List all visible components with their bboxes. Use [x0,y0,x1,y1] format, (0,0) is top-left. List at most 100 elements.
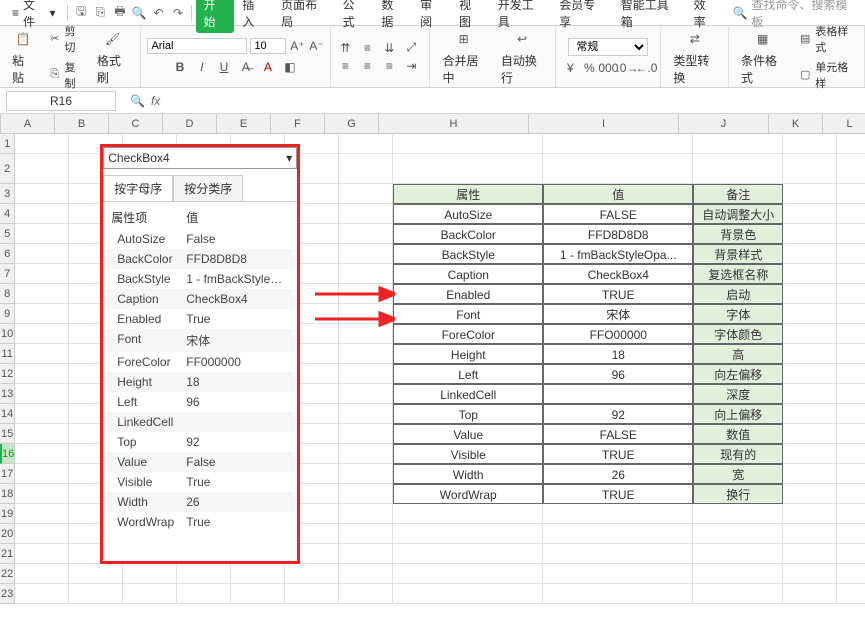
cell[interactable] [285,584,339,604]
font-color-icon[interactable]: A [259,58,277,76]
cell[interactable] [15,484,69,504]
prop-value[interactable]: 宋体 [186,332,289,349]
row-header[interactable]: 11 [0,344,14,364]
tab-alpha[interactable]: 按字母序 [103,175,173,201]
cell[interactable] [837,464,865,484]
cell[interactable] [783,304,837,324]
number-format-select[interactable]: 常规 [568,38,648,56]
preview-icon[interactable]: 🔍 [131,4,148,22]
comma-icon[interactable]: 000 [600,60,616,76]
type-convert-button[interactable]: ⇄类型转换 [667,26,722,88]
cell[interactable] [15,204,69,224]
prop-value[interactable]: 1 - fmBackStyleOpa... [186,272,289,286]
cell[interactable]: LinkedCell [393,384,543,404]
cell[interactable] [837,184,865,204]
prop-value[interactable]: False [186,455,289,469]
cell[interactable] [339,564,393,584]
cell[interactable] [15,224,69,244]
cell[interactable] [15,384,69,404]
prop-value[interactable]: True [186,475,289,489]
cell[interactable] [837,584,865,604]
column-header[interactable]: C [109,114,163,133]
cell[interactable] [783,464,837,484]
column-header[interactable]: A [1,114,55,133]
cell[interactable]: 1 - fmBackStyleOpa... [543,244,693,264]
cell[interactable]: 高 [693,344,783,364]
cell[interactable] [339,384,393,404]
cell[interactable] [339,364,393,384]
property-row[interactable]: ForeColorFF000000 [105,352,295,372]
cell[interactable] [339,264,393,284]
inc-decimal-icon[interactable]: .0→ [619,60,635,76]
cell[interactable]: FALSE [543,424,693,444]
cell[interactable] [15,244,69,264]
cell[interactable]: 值 [543,184,693,204]
orientation-icon[interactable]: ⤢ [403,40,419,56]
cell[interactable]: 26 [543,464,693,484]
cell[interactable] [177,564,231,584]
row-header[interactable]: 22 [0,564,14,584]
cell[interactable] [837,134,865,154]
cell[interactable]: 背景样式 [693,244,783,264]
cell[interactable] [543,544,693,564]
cell[interactable] [285,564,339,584]
column-header[interactable]: H [379,114,529,133]
align-center-icon[interactable]: ≡ [359,58,375,74]
indent-icon[interactable]: ⇥ [403,58,419,74]
cell[interactable] [339,424,393,444]
cell[interactable] [693,134,783,154]
property-row[interactable]: Height18 [105,372,295,392]
column-header[interactable]: F [271,114,325,133]
name-box[interactable]: R16 [6,91,116,111]
cell[interactable] [837,154,865,184]
format-painter-button[interactable]: 🖌 格式刷 [91,26,135,88]
cell[interactable]: 宋体 [543,304,693,324]
cell[interactable] [837,364,865,384]
cell[interactable]: 92 [543,404,693,424]
cell[interactable] [339,184,393,204]
row-header[interactable]: 3 [0,184,14,204]
row-header[interactable]: 1 [0,134,14,154]
cell[interactable]: TRUE [543,444,693,464]
cell[interactable]: 现有的 [693,444,783,464]
cell[interactable]: 18 [543,344,693,364]
cell[interactable] [783,134,837,154]
print-icon[interactable]: 🖶 [111,4,128,22]
property-row[interactable]: Left96 [105,392,295,412]
merge-button[interactable]: ⊞合并居中 [436,26,490,88]
cell[interactable]: WordWrap [393,484,543,504]
property-row[interactable]: ValueFalse [105,452,295,472]
cell[interactable] [783,244,837,264]
property-row[interactable]: BackStyle1 - fmBackStyleOpa... [105,269,295,289]
cell[interactable] [783,344,837,364]
cell[interactable]: 字体颜色 [693,324,783,344]
cell[interactable]: FFD8D8D8 [543,224,693,244]
property-row[interactable]: CaptionCheckBox4 [105,289,295,309]
cell[interactable]: Enabled [393,284,543,304]
cell[interactable] [339,544,393,564]
column-header[interactable]: I [529,114,679,133]
cell[interactable]: Visible [393,444,543,464]
cell[interactable]: 属性 [393,184,543,204]
cell[interactable] [837,324,865,344]
cell[interactable] [837,224,865,244]
cell[interactable] [15,324,69,344]
cell[interactable] [837,484,865,504]
cell[interactable] [837,424,865,444]
cell[interactable]: 复选框名称 [693,264,783,284]
cell[interactable] [339,404,393,424]
cell[interactable]: 启动 [693,284,783,304]
cell[interactable] [783,324,837,344]
cell[interactable] [837,264,865,284]
cell[interactable] [837,284,865,304]
cell[interactable]: 向上偏移 [693,404,783,424]
cell[interactable] [15,584,69,604]
prop-value[interactable]: FFD8D8D8 [186,252,289,266]
cell[interactable]: CheckBox4 [543,264,693,284]
cell[interactable] [15,364,69,384]
font-name-input[interactable] [147,38,247,54]
copy-button[interactable]: ⎘复制 [44,58,87,92]
cell[interactable] [393,504,543,524]
cell[interactable] [837,244,865,264]
column-header[interactable]: K [769,114,823,133]
